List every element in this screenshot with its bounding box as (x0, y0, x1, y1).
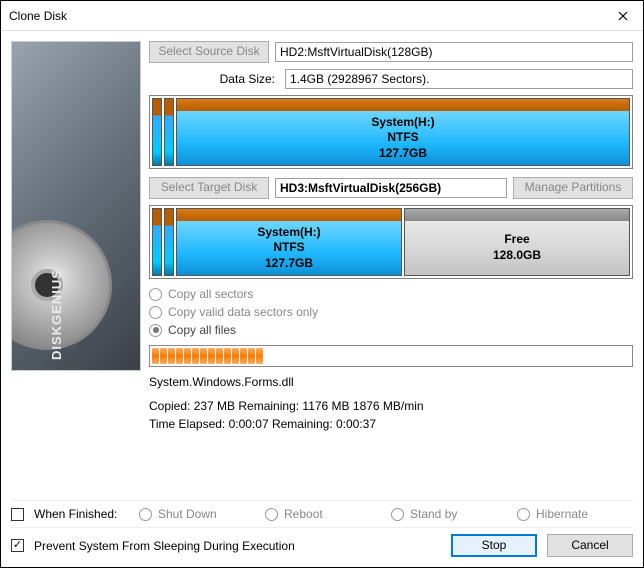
brand-label: DISKGENIUS (49, 269, 64, 360)
radio-icon (149, 324, 162, 337)
target-partition-1[interactable]: System(H:) NTFS 127.7GB (176, 208, 402, 276)
radio-icon (391, 508, 404, 521)
close-icon (618, 11, 628, 21)
partition-fs: NTFS (273, 240, 304, 256)
stats-block: Copied: 237 MB Remaining: 1176 MB 1876 M… (149, 397, 633, 433)
select-source-disk-button[interactable]: Select Source Disk (149, 41, 269, 63)
radio-label: Reboot (284, 507, 323, 521)
manage-partitions-button[interactable]: Manage Partitions (513, 177, 633, 199)
radio-icon (149, 306, 162, 319)
titlebar: Clone Disk (1, 1, 643, 31)
radio-icon (139, 508, 152, 521)
stop-button[interactable]: Stop (451, 534, 537, 557)
cancel-button[interactable]: Cancel (547, 534, 633, 557)
target-partition-free[interactable]: Free 128.0GB (404, 208, 630, 276)
radio-icon (149, 288, 162, 301)
when-finished-label: When Finished: (34, 507, 129, 521)
radio-label: Stand by (410, 507, 457, 521)
partition-name: Free (504, 232, 529, 248)
data-size-label: Data Size: (149, 72, 279, 86)
when-finished-checkbox[interactable] (11, 508, 24, 521)
source-partition[interactable]: System(H:) NTFS 127.7GB (176, 98, 630, 166)
progress-bar (149, 345, 633, 367)
partition-size: 127.7GB (379, 146, 427, 162)
shutdown-radio[interactable]: Shut Down (139, 507, 255, 521)
target-disk-bar: System(H:) NTFS 127.7GB Free 128.0GB (149, 205, 633, 279)
radio-label: Copy all files (168, 323, 236, 337)
radio-label: Shut Down (158, 507, 217, 521)
radio-label: Copy valid data sectors only (168, 305, 318, 319)
stats-line: Time Elapsed: 0:00:07 Remaining: 0:00:37 (149, 415, 633, 433)
radio-icon (265, 508, 278, 521)
source-disk-bar: System(H:) NTFS 127.7GB (149, 95, 633, 169)
partition-size: 127.7GB (265, 256, 313, 272)
current-file: System.Windows.Forms.dll (149, 375, 633, 389)
partition-name: System(H:) (371, 115, 434, 131)
close-button[interactable] (603, 1, 643, 31)
disk-slot (152, 98, 162, 166)
window-title: Clone Disk (9, 9, 603, 23)
stats-line: Copied: 237 MB Remaining: 1176 MB 1876 M… (149, 397, 633, 415)
partition-name: System(H:) (257, 225, 320, 241)
disk-slot (152, 208, 162, 276)
copy-all-files-radio[interactable]: Copy all files (149, 323, 633, 337)
radio-label: Copy all sectors (168, 287, 253, 301)
disk-slot (164, 208, 174, 276)
hibernate-radio[interactable]: Hibernate (517, 507, 633, 521)
source-disk-field[interactable]: HD2:MsftVirtualDisk(128GB) (275, 42, 633, 62)
copy-valid-sectors-radio[interactable]: Copy valid data sectors only (149, 305, 633, 319)
select-target-disk-button[interactable]: Select Target Disk (149, 177, 269, 199)
reboot-radio[interactable]: Reboot (265, 507, 381, 521)
prevent-sleep-label: Prevent System From Sleeping During Exec… (34, 539, 295, 553)
partition-fs: NTFS (387, 130, 418, 146)
prevent-sleep-checkbox[interactable] (11, 539, 24, 552)
partition-size: 128.0GB (493, 248, 541, 264)
radio-icon (517, 508, 530, 521)
disk-slot (164, 98, 174, 166)
sidebar-illustration: DISKGENIUS (11, 41, 141, 371)
data-size-field: 1.4GB (2928967 Sectors). (285, 69, 633, 89)
standby-radio[interactable]: Stand by (391, 507, 507, 521)
copy-all-sectors-radio[interactable]: Copy all sectors (149, 287, 633, 301)
radio-label: Hibernate (536, 507, 588, 521)
target-disk-field[interactable]: HD3:MsftVirtualDisk(256GB) (275, 178, 507, 198)
